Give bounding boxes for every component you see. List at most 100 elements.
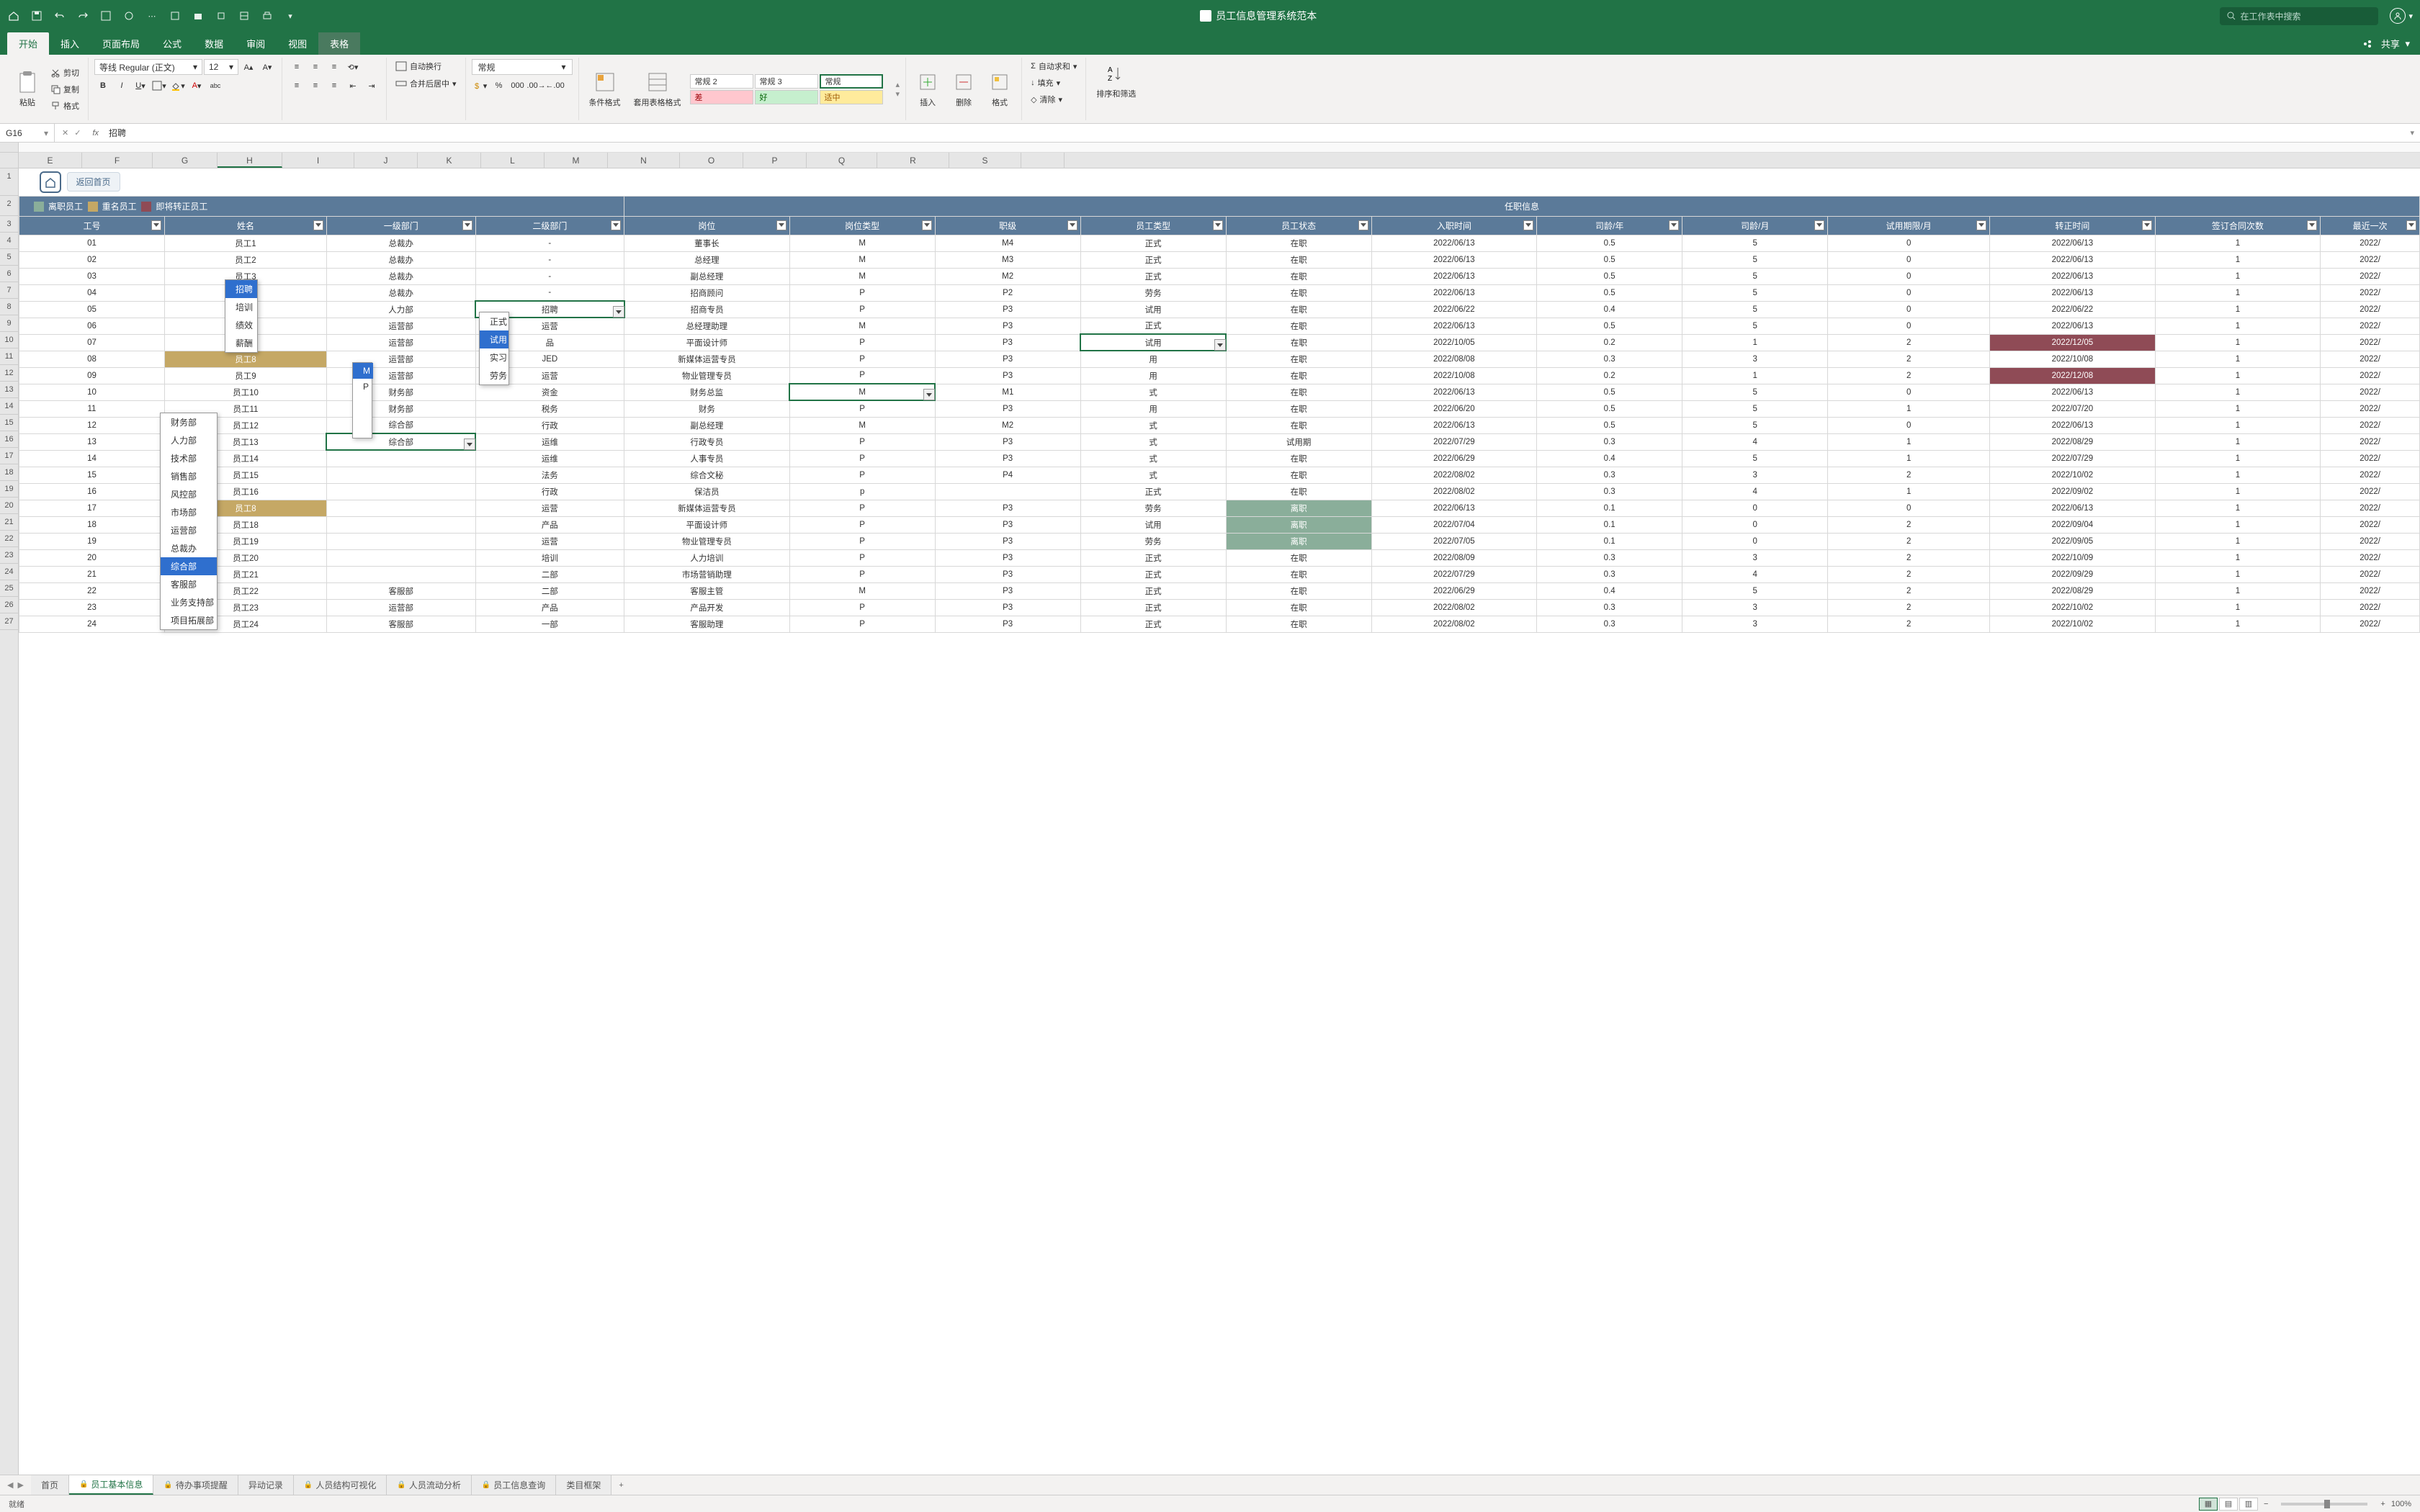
cell[interactable]: P3 bbox=[935, 500, 1080, 516]
sheet-nav-prev-icon[interactable]: ◀ bbox=[7, 1480, 13, 1490]
italic-icon[interactable]: I bbox=[113, 78, 130, 94]
cell[interactable]: 2022/09/04 bbox=[1990, 516, 2156, 533]
table-row[interactable]: 09员工9运营部运营物业管理专员PP3用在职2022/10/080.212202… bbox=[19, 367, 2420, 384]
cell[interactable]: 1 bbox=[2155, 582, 2321, 599]
wrap-text-button[interactable]: 自动换行 bbox=[393, 59, 460, 73]
cell[interactable] bbox=[326, 549, 475, 566]
row-header[interactable]: 7 bbox=[0, 282, 18, 299]
table-row[interactable]: 23员工23运营部产品产品开发PP3正式在职2022/08/020.332202… bbox=[19, 599, 2420, 616]
toolbar-icon[interactable] bbox=[192, 9, 205, 22]
cell[interactable]: P3 bbox=[935, 599, 1080, 616]
expand-formula-icon[interactable]: ▾ bbox=[2404, 128, 2420, 138]
column-header-cell[interactable]: 岗位类型 bbox=[789, 216, 935, 235]
cell[interactable]: 在职 bbox=[1226, 268, 1371, 284]
tab-home[interactable]: 开始 bbox=[7, 32, 49, 55]
cell[interactable]: P bbox=[789, 467, 935, 483]
cell[interactable]: 2022/ bbox=[2321, 318, 2420, 334]
share-button[interactable]: 共享 ▾ bbox=[2352, 32, 2420, 55]
filter-arrow-icon[interactable] bbox=[1523, 220, 1533, 230]
decrease-font-icon[interactable]: A▾ bbox=[259, 59, 276, 75]
cell[interactable]: 在职 bbox=[1226, 235, 1371, 251]
cell[interactable]: 员工10 bbox=[165, 384, 327, 400]
currency-icon[interactable]: $▾ bbox=[472, 78, 489, 94]
format-painter-button[interactable]: 格式 bbox=[48, 99, 82, 113]
filter-arrow-icon[interactable] bbox=[922, 220, 932, 230]
toolbar-icon[interactable] bbox=[238, 9, 251, 22]
cell[interactable]: 0 bbox=[1682, 533, 1828, 549]
cell[interactable]: 式 bbox=[1080, 384, 1226, 400]
table-row[interactable]: 15员工15法务综合文秘PP4式在职2022/08/020.3322022/10… bbox=[19, 467, 2420, 483]
dropdown-option[interactable]: 人力部 bbox=[161, 431, 217, 449]
cell[interactable]: 2 bbox=[1828, 367, 1990, 384]
toolbar-icon[interactable] bbox=[122, 9, 135, 22]
cell[interactable]: 正式 bbox=[1080, 483, 1226, 500]
dropdown-option[interactable]: 劳务 bbox=[480, 366, 508, 384]
cell[interactable]: 用 bbox=[1080, 400, 1226, 417]
increase-font-icon[interactable]: A▴ bbox=[240, 59, 257, 75]
fill-color-icon[interactable]: ▾ bbox=[169, 78, 187, 94]
cell[interactable]: 2022/ bbox=[2321, 284, 2420, 301]
dropdown-option[interactable]: P bbox=[353, 379, 373, 395]
cell[interactable]: 2022/ bbox=[2321, 549, 2420, 566]
cell[interactable]: 19 bbox=[19, 533, 165, 549]
insert-cells-button[interactable]: 插入 bbox=[912, 68, 944, 111]
cell[interactable]: - bbox=[475, 268, 624, 284]
cell[interactable]: 2022/ bbox=[2321, 351, 2420, 367]
table-row[interactable]: 02员工2总裁办-总经理MM3正式在职2022/06/130.5502022/0… bbox=[19, 251, 2420, 268]
cell[interactable]: M2 bbox=[935, 268, 1080, 284]
dropdown-option[interactable]: 综合部 bbox=[161, 557, 217, 575]
tab-review[interactable]: 审阅 bbox=[235, 32, 277, 55]
cell[interactable]: 2 bbox=[1828, 582, 1990, 599]
cell[interactable]: 正式 bbox=[1080, 268, 1226, 284]
cell[interactable]: 2022/10/08 bbox=[1371, 367, 1537, 384]
style-good[interactable]: 好 bbox=[755, 90, 818, 104]
cell[interactable]: 在职 bbox=[1226, 450, 1371, 467]
column-header[interactable]: E bbox=[19, 153, 82, 168]
column-header-cell[interactable]: 岗位 bbox=[624, 216, 790, 235]
cell[interactable]: 2022/06/29 bbox=[1371, 450, 1537, 467]
cell[interactable]: 在职 bbox=[1226, 351, 1371, 367]
orientation-icon[interactable]: ⟲▾ bbox=[344, 59, 362, 75]
cell[interactable]: 在职 bbox=[1226, 367, 1371, 384]
filter-arrow-icon[interactable] bbox=[1358, 220, 1368, 230]
view-page-layout-icon[interactable]: ▤ bbox=[2219, 1498, 2238, 1511]
dropdown-arrow-icon[interactable] bbox=[1214, 339, 1226, 351]
column-header[interactable]: K bbox=[418, 153, 481, 168]
accept-formula-icon[interactable]: ✓ bbox=[74, 128, 81, 138]
cell[interactable]: 2022/09/02 bbox=[1990, 483, 2156, 500]
table-row[interactable]: 12员工12综合部行政副总经理MM2式在职2022/06/130.5502022… bbox=[19, 417, 2420, 433]
cell[interactable]: 2022/06/29 bbox=[1371, 582, 1537, 599]
font-size-select[interactable]: 12▾ bbox=[204, 59, 238, 75]
cell[interactable]: 2022/10/08 bbox=[1990, 351, 2156, 367]
font-color-icon[interactable]: A▾ bbox=[188, 78, 205, 94]
cell[interactable]: 2022/ bbox=[2321, 301, 2420, 318]
row-header[interactable]: 15 bbox=[0, 415, 18, 431]
cell[interactable]: 0 bbox=[1828, 301, 1990, 318]
cell[interactable] bbox=[326, 483, 475, 500]
cell[interactable]: 正式 bbox=[1080, 599, 1226, 616]
cell[interactable]: 2022/08/29 bbox=[1990, 433, 2156, 450]
cell[interactable] bbox=[326, 500, 475, 516]
cell[interactable]: 0 bbox=[1828, 284, 1990, 301]
cell[interactable]: - bbox=[475, 235, 624, 251]
cell[interactable]: 2022/06/13 bbox=[1990, 500, 2156, 516]
sheet-tab[interactable]: 🔒员工信息查询 bbox=[472, 1475, 556, 1495]
cell[interactable]: 1 bbox=[2155, 433, 2321, 450]
cell[interactable]: 式 bbox=[1080, 417, 1226, 433]
cell[interactable]: 0.3 bbox=[1537, 467, 1682, 483]
table-row[interactable]: 11员工11财务部税务财务PP3用在职2022/06/200.5512022/0… bbox=[19, 400, 2420, 417]
cell[interactable]: 1 bbox=[2155, 251, 2321, 268]
cell[interactable]: 1 bbox=[2155, 384, 2321, 400]
dropdown-option[interactable]: 招聘 bbox=[225, 280, 257, 298]
print-icon[interactable] bbox=[261, 9, 274, 22]
dropdown-option[interactable]: M bbox=[353, 363, 373, 379]
cell[interactable]: - bbox=[475, 284, 624, 301]
table-row[interactable]: 04员工4总裁办-招商顾问PP2劳务在职2022/06/130.5502022/… bbox=[19, 284, 2420, 301]
cell[interactable]: 用 bbox=[1080, 367, 1226, 384]
cell[interactable]: P3 bbox=[935, 318, 1080, 334]
cell[interactable]: 0 bbox=[1828, 268, 1990, 284]
cell[interactable]: 1 bbox=[2155, 549, 2321, 566]
name-box[interactable]: G16▾ bbox=[0, 124, 55, 142]
cell[interactable]: 5 bbox=[1682, 301, 1828, 318]
cell[interactable]: 正式 bbox=[1080, 251, 1226, 268]
